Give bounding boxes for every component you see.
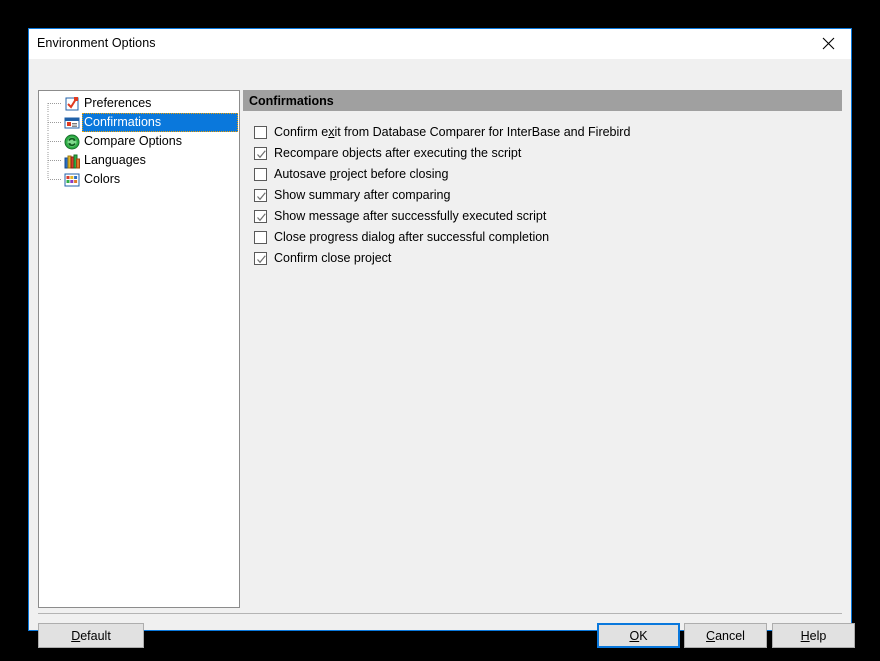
checkmark-icon [257,213,266,222]
ok-button[interactable]: OK [597,623,680,648]
tree-connector-lines-icon [47,113,61,132]
colors-palette-grid-icon [64,172,80,188]
tree-item-label: Compare Options [84,134,182,148]
compare-options-refresh-icon [64,134,80,150]
tree-item-label: Colors [84,172,121,186]
tree-item-preferences[interactable]: Preferences [39,94,239,113]
checkbox-row[interactable]: Show message after successfully executed… [254,206,842,227]
ok-button-label: OK [629,628,648,643]
checkbox-label: Show message after successfully executed… [274,209,547,223]
window-title: Environment Options [37,36,156,50]
checkmark-icon [257,255,266,264]
languages-books-icon [64,153,80,169]
checkbox-row[interactable]: Close progress dialog after successful c… [254,227,842,248]
environment-options-dialog: Environment Options Preferences Confirmat… [28,28,855,648]
cancel-button[interactable]: Cancel [684,623,767,648]
checkbox-checked-icon[interactable] [254,252,267,265]
close-icon [822,37,835,50]
default-button-label: Default [71,628,111,643]
section-header: Confirmations [243,90,842,111]
dialog-body: Preferences Confirmations Compare Options L… [29,59,855,648]
title-bar: Environment Options [29,29,851,59]
checkbox-row[interactable]: Show summary after comparing [254,185,842,206]
checkbox-label: Close progress dialog after successful c… [274,230,550,244]
checkbox-unchecked-icon[interactable] [254,231,267,244]
checkbox-row[interactable]: Autosave project before closing [254,164,842,185]
section-header-label: Confirmations [249,93,334,108]
languages-books-icon [64,154,80,169]
help-button-label: Help [800,628,827,643]
confirmations-dialog-icon [64,117,80,129]
colors-palette-grid-icon [64,173,80,187]
tree-item-colors[interactable]: Colors [39,170,239,189]
checkbox-label: Recompare objects after executing the sc… [274,146,522,160]
content-panel: Confirmations Confirm exit from Database… [243,90,842,608]
tree-item-compare-options[interactable]: Compare Options [39,132,239,151]
tree-connector-lines-icon [47,132,61,151]
tree-item-label: Preferences [84,96,152,110]
footer-separator [38,613,842,614]
checkbox-checked-icon[interactable] [254,210,267,223]
tree-connector-lines-icon [47,151,61,170]
checkmark-icon [257,150,266,159]
checkbox-row[interactable]: Recompare objects after executing the sc… [254,143,842,164]
checkbox-label: Show summary after comparing [274,188,451,202]
default-button[interactable]: Default [38,623,144,648]
tree-item-confirmations[interactable]: Confirmations [39,113,239,132]
checkbox-row[interactable]: Confirm exit from Database Comparer for … [254,122,842,143]
checkbox-label: Confirm exit from Database Comparer for … [274,125,631,139]
tree-item-languages[interactable]: Languages [39,151,239,170]
checkbox-unchecked-icon[interactable] [254,126,267,139]
preferences-checkbox-icon [64,96,80,112]
checkbox-checked-icon[interactable] [254,147,267,160]
options-tree-panel[interactable]: Preferences Confirmations Compare Options L… [38,90,240,608]
preferences-checkbox-icon [65,97,79,111]
tree-item-label: Languages [84,153,146,167]
close-button[interactable] [806,29,851,58]
checkmark-icon [257,192,266,201]
options-tree-list: Preferences Confirmations Compare Options L… [39,91,239,189]
checkbox-unchecked-icon[interactable] [254,168,267,181]
checkbox-label: Confirm close project [274,251,392,265]
checkbox-checked-icon[interactable] [254,189,267,202]
cancel-button-label: Cancel [706,628,745,643]
compare-options-refresh-icon [64,134,80,150]
checkbox-label: Autosave project before closing [274,167,449,181]
confirmations-checkbox-list: Confirm exit from Database Comparer for … [243,111,842,269]
confirmations-dialog-icon [64,115,80,131]
tree-connector-lines-icon [47,103,61,113]
checkbox-row[interactable]: Confirm close project [254,248,842,269]
help-button[interactable]: Help [772,623,855,648]
tree-item-label: Confirmations [84,115,162,129]
dialog-button-bar: Default OK Cancel Help [29,619,855,661]
tree-connector-lines-icon [47,170,61,180]
